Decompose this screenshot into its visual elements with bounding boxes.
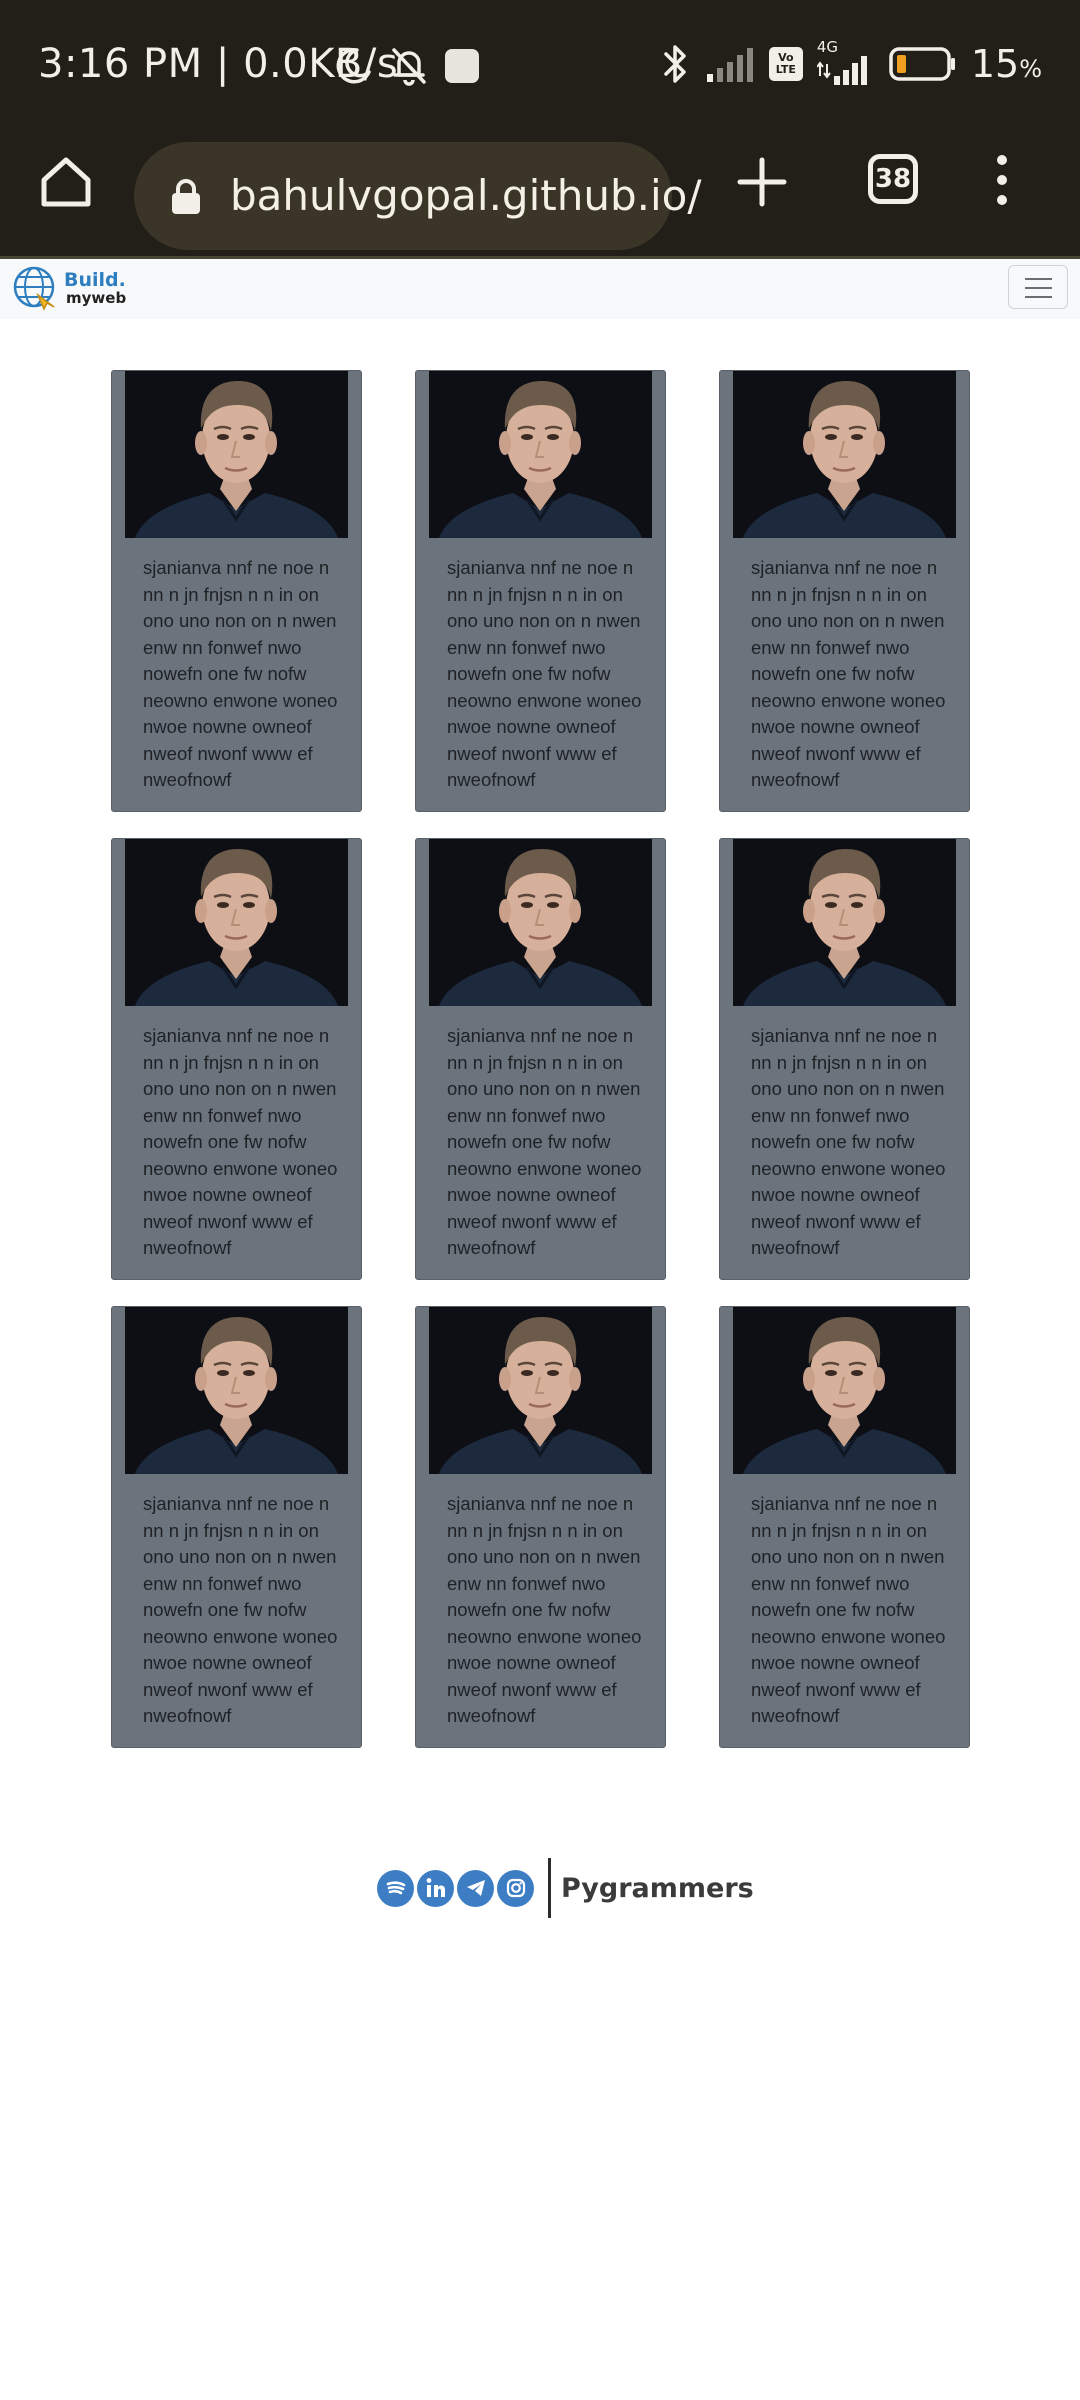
card-image <box>733 1307 956 1474</box>
address-bar[interactable]: bahulvgopal.github.io/ <box>134 142 702 250</box>
card-text: sjanianva nnf ne noe n nn n jn fnjsn n n… <box>143 557 338 790</box>
battery-value: 15 <box>970 42 1020 86</box>
battery-unit: % <box>1019 55 1042 83</box>
card: sjanianva nnf ne noe n nn n jn fnjsn n n… <box>719 838 970 1280</box>
card-text: sjanianva nnf ne noe n nn n jn fnjsn n n… <box>751 1493 946 1726</box>
portrait-photo <box>125 371 348 538</box>
globe-logo-icon <box>13 266 55 311</box>
linkedin-icon[interactable] <box>417 1869 454 1907</box>
browser-toolbar: bahulvgopal.github.io/ 38 <box>0 128 1080 259</box>
portrait-photo <box>429 371 652 538</box>
card-image <box>429 371 652 538</box>
volte-badge: Vo LTE <box>768 47 803 81</box>
home-button[interactable] <box>38 154 94 210</box>
card-text: sjanianva nnf ne noe n nn n jn fnjsn n n… <box>143 1493 338 1726</box>
instagram-icon[interactable] <box>497 1869 534 1907</box>
footer-brand[interactable]: Pygrammers <box>561 1873 754 1904</box>
card-text: sjanianva nnf ne noe n nn n jn fnjsn n n… <box>447 1025 642 1258</box>
portrait-photo <box>733 371 956 538</box>
hamburger-line <box>1025 278 1052 280</box>
brand-subtitle: myweb <box>66 289 127 307</box>
hamburger-line <box>1025 296 1052 298</box>
card: sjanianva nnf ne noe n nn n jn fnjsn n n… <box>415 838 666 1280</box>
card-image <box>429 1307 652 1474</box>
telegram-icon[interactable] <box>457 1869 494 1907</box>
footer-divider <box>548 1858 551 1918</box>
hamburger-line <box>1025 287 1052 289</box>
portrait-photo <box>125 839 348 1006</box>
linkedin-glyph <box>426 1878 445 1897</box>
navbar-toggler-button[interactable] <box>1008 265 1068 309</box>
portrait-photo <box>429 1307 652 1474</box>
instagram-glyph <box>506 1878 525 1898</box>
social-links <box>377 1869 534 1907</box>
signal-weak-icon <box>706 48 753 82</box>
status-icons-right: Vo LTE 4G 15% <box>659 36 1042 92</box>
card: sjanianva nnf ne noe n nn n jn fnjsn n n… <box>719 370 970 812</box>
portrait-photo <box>733 839 956 1006</box>
card-image <box>733 839 956 1006</box>
card-image <box>125 371 348 538</box>
card-text: sjanianva nnf ne noe n nn n jn fnjsn n n… <box>143 1025 338 1258</box>
battery-percentage: 15% <box>971 42 1042 86</box>
card: sjanianva nnf ne noe n nn n jn fnjsn n n… <box>111 370 362 812</box>
card-text: sjanianva nnf ne noe n nn n jn fnjsn n n… <box>447 557 642 790</box>
spotify-glyph <box>386 1881 405 1895</box>
card: sjanianva nnf ne noe n nn n jn fnjsn n n… <box>719 1306 970 1748</box>
new-tab-button[interactable] <box>736 156 788 208</box>
overflow-menu-button[interactable] <box>990 152 1014 208</box>
battery-icon <box>889 47 955 81</box>
card: sjanianva nnf ne noe n nn n jn fnjsn n n… <box>415 370 666 812</box>
card: sjanianva nnf ne noe n nn n jn fnjsn n n… <box>111 1306 362 1748</box>
bluetooth-icon <box>664 45 686 83</box>
lock-icon <box>172 179 200 214</box>
telegram-glyph <box>466 1880 485 1896</box>
signal-strong-icon <box>816 56 867 85</box>
network-indicator: 4G <box>816 38 875 86</box>
card-text: sjanianva nnf ne noe n nn n jn fnjsn n n… <box>751 557 946 790</box>
brand-text: Build. myweb <box>64 269 127 308</box>
volte-label: Vo LTE <box>775 51 796 76</box>
url-text[interactable]: bahulvgopal.github.io/ <box>230 168 702 224</box>
card: sjanianva nnf ne noe n nn n jn fnjsn n n… <box>415 1306 666 1748</box>
bell-off-icon <box>392 48 426 86</box>
spotify-icon[interactable] <box>377 1869 414 1907</box>
footer: Pygrammers <box>377 1856 754 1920</box>
card-text: sjanianva nnf ne noe n nn n jn fnjsn n n… <box>447 1493 642 1726</box>
brand-logo[interactable]: Build. myweb <box>12 264 126 314</box>
card-image <box>733 371 956 538</box>
status-icons-left <box>333 44 479 88</box>
moon-icon <box>336 48 371 84</box>
tab-switcher-button[interactable]: 38 <box>868 154 918 204</box>
card: sjanianva nnf ne noe n nn n jn fnjsn n n… <box>111 838 362 1280</box>
card-image <box>429 839 652 1006</box>
site-navbar: Build. myweb <box>0 259 1080 319</box>
portrait-photo <box>429 839 652 1006</box>
portrait-photo <box>125 1307 348 1474</box>
card-text: sjanianva nnf ne noe n nn n jn fnjsn n n… <box>751 1025 946 1258</box>
card-image <box>125 1307 348 1474</box>
portrait-photo <box>733 1307 956 1474</box>
app-notification-icon <box>445 49 479 83</box>
card-image <box>125 839 348 1006</box>
status-bar: 3:16 PM | 0.0KB/s Vo LTE 4G 15% <box>0 0 1080 128</box>
brand-title: Build. <box>64 269 126 291</box>
